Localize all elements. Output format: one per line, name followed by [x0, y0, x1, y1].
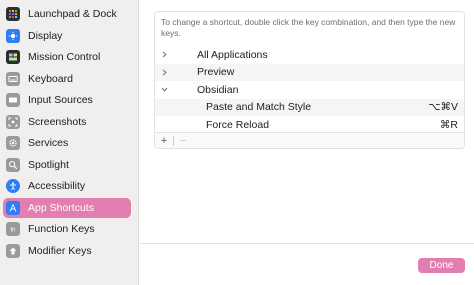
- sidebar-item-label: Mission Control: [28, 51, 101, 63]
- done-button[interactable]: Done: [418, 258, 465, 273]
- shortcuts-description: To change a shortcut, double click the k…: [161, 17, 456, 38]
- shortcut-row[interactable]: Force Reload ⌘R: [155, 116, 464, 134]
- search-icon: [6, 157, 20, 172]
- sidebar-item-function-keys[interactable]: fn Function Keys: [3, 219, 131, 239]
- keyboard-icon: [6, 71, 20, 86]
- sidebar-item-label: Spotlight: [28, 158, 69, 171]
- row-label: Preview: [197, 66, 235, 79]
- display-icon: [6, 28, 20, 43]
- shortcut-key[interactable]: ⌘R: [440, 119, 458, 131]
- chevron-right-icon[interactable]: [159, 46, 169, 63]
- sidebar-item-label: Function Keys: [28, 223, 95, 235]
- shortcut-row[interactable]: Paste and Match Style ⌥⌘V: [155, 98, 464, 116]
- row-label: Obsidian: [197, 83, 239, 96]
- gear-icon: [6, 136, 20, 150]
- row-label: All Applications: [197, 48, 268, 61]
- row-label: Paste and Match Style: [206, 101, 312, 114]
- list-item[interactable]: Obsidian: [155, 81, 464, 99]
- list-toolbar: + −: [155, 132, 464, 148]
- fn-key-icon: fn: [6, 222, 20, 236]
- sidebar-item-label: Display: [28, 29, 63, 42]
- sidebar-item-launchpad-dock[interactable]: Launchpad & Dock: [3, 4, 131, 24]
- sidebar-item-label: Modifier Keys: [28, 244, 92, 257]
- sidebar-item-modifier-keys[interactable]: Modifier Keys: [3, 241, 131, 261]
- sidebar-item-label: Launchpad & Dock: [28, 8, 117, 20]
- add-button[interactable]: +: [155, 133, 173, 148]
- shortcut-key[interactable]: ⌥⌘V: [428, 101, 458, 113]
- modifier-keys-icon: [6, 243, 20, 258]
- sidebar: Launchpad & Dock Display Mission Control…: [0, 0, 139, 285]
- list-item[interactable]: All Applications: [155, 46, 464, 64]
- sidebar-item-accessibility[interactable]: Accessibility: [3, 176, 131, 196]
- sidebar-item-keyboard[interactable]: Keyboard: [3, 69, 131, 89]
- sidebar-item-label: Accessibility: [28, 180, 86, 192]
- sidebar-item-mission-control[interactable]: Mission Control: [3, 47, 131, 67]
- footer-divider: [140, 243, 474, 244]
- chevron-down-icon[interactable]: [159, 81, 169, 98]
- input-sources-icon: [6, 93, 20, 107]
- sidebar-item-input-sources[interactable]: Input Sources: [3, 90, 131, 110]
- sidebar-item-display[interactable]: Display: [3, 26, 131, 46]
- svg-text:fn: fn: [10, 227, 15, 233]
- screenshot-icon: [6, 114, 20, 129]
- sidebar-item-spotlight[interactable]: Spotlight: [3, 155, 131, 175]
- row-label: Force Reload: [206, 118, 270, 131]
- sidebar-item-screenshots[interactable]: Screenshots: [3, 112, 131, 132]
- mission-control-icon: [6, 50, 20, 64]
- shortcuts-list: All Applications Preview Obsidian Paste …: [155, 46, 464, 134]
- shortcuts-panel: To change a shortcut, double click the k…: [154, 11, 465, 149]
- sidebar-item-label: Input Sources: [28, 94, 93, 106]
- sidebar-item-app-shortcuts[interactable]: App Shortcuts: [3, 197, 131, 218]
- sidebar-item-label: App Shortcuts: [28, 201, 94, 214]
- sidebar-item-label: Services: [28, 137, 69, 149]
- sidebar-item-services[interactable]: Services: [3, 133, 131, 153]
- app-store-icon: [6, 200, 20, 215]
- accessibility-icon: [6, 179, 20, 193]
- sidebar-item-label: Screenshots: [28, 115, 87, 128]
- remove-button[interactable]: −: [174, 133, 192, 148]
- list-item[interactable]: Preview: [155, 63, 464, 81]
- chevron-right-icon[interactable]: [159, 64, 169, 81]
- launchpad-grid-icon: [6, 7, 20, 21]
- sidebar-item-label: Keyboard: [28, 72, 73, 85]
